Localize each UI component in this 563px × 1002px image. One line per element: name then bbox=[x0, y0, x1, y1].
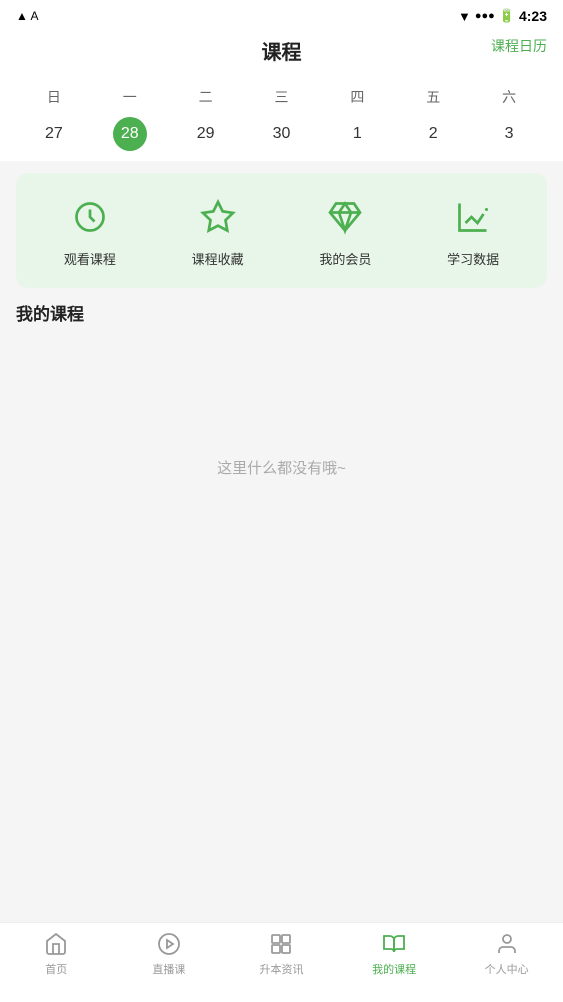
stats-label: 学习数据 bbox=[447, 249, 499, 268]
signal-icon: ●●● bbox=[475, 10, 495, 22]
calendar-date-30[interactable]: 30 bbox=[244, 119, 320, 149]
day-label-wed: 三 bbox=[244, 83, 320, 111]
page-title: 课程 bbox=[262, 42, 302, 64]
nav-mycourse-label: 我的课程 bbox=[372, 961, 416, 977]
calendar-date-27[interactable]: 27 bbox=[16, 119, 92, 149]
calendar-dates-row: 27 28 29 30 1 2 3 bbox=[16, 119, 547, 149]
home-icon bbox=[43, 931, 69, 957]
user-icon bbox=[494, 931, 520, 957]
nav-live-label: 直播课 bbox=[152, 961, 185, 977]
nav-home-label: 首页 bbox=[45, 961, 67, 977]
calendar-date-28-today[interactable]: 28 bbox=[92, 119, 168, 149]
day-label-fri: 五 bbox=[395, 83, 471, 111]
calendar-date-1[interactable]: 1 bbox=[319, 119, 395, 149]
clock-display: 4:23 bbox=[519, 8, 547, 24]
watch-label: 观看课程 bbox=[64, 249, 116, 268]
wifi-icon: ▼ bbox=[458, 9, 471, 24]
day-label-sat: 六 bbox=[471, 83, 547, 111]
collect-label: 课程收藏 bbox=[192, 249, 244, 268]
day-label-thu: 四 bbox=[319, 83, 395, 111]
nav-item-live[interactable]: 直播课 bbox=[113, 931, 226, 977]
calendar-section: 日 一 二 三 四 五 六 27 28 29 30 1 2 3 bbox=[0, 75, 563, 161]
diamond-icon bbox=[321, 193, 369, 241]
calendar-link[interactable]: 课程日历 bbox=[491, 36, 547, 56]
nav-profile-label: 个人中心 bbox=[485, 961, 529, 977]
calendar-date-3[interactable]: 3 bbox=[471, 119, 547, 149]
star-icon bbox=[194, 193, 242, 241]
status-icons: ▲ A bbox=[16, 9, 39, 23]
page-header: 课程 课程日历 bbox=[0, 32, 563, 75]
quick-action-watch[interactable]: 观看课程 bbox=[64, 193, 116, 268]
book-open-icon bbox=[381, 931, 407, 957]
clock-icon bbox=[66, 193, 114, 241]
nav-item-home[interactable]: 首页 bbox=[0, 931, 113, 977]
quick-actions-card: 观看课程 课程收藏 我的会员 学习数据 bbox=[16, 173, 547, 288]
nav-item-mycourse[interactable]: 我的课程 bbox=[338, 931, 451, 977]
grid-icon bbox=[268, 931, 294, 957]
day-label-mon: 一 bbox=[92, 83, 168, 111]
nav-upgrade-label: 升本资讯 bbox=[259, 961, 303, 977]
calendar-date-29[interactable]: 29 bbox=[168, 119, 244, 149]
day-label-sun: 日 bbox=[16, 83, 92, 111]
empty-text: 这里什么都没有哦~ bbox=[217, 457, 346, 478]
status-bar: ▲ A ▼ ●●● 🔋 4:23 bbox=[0, 0, 563, 32]
quick-action-collect[interactable]: 课程收藏 bbox=[192, 193, 244, 268]
calendar-date-2[interactable]: 2 bbox=[395, 119, 471, 149]
chart-icon bbox=[449, 193, 497, 241]
bottom-nav: 首页 直播课 升本资讯 我的 bbox=[0, 922, 563, 1002]
calendar-day-labels: 日 一 二 三 四 五 六 bbox=[16, 83, 547, 111]
status-right: ▼ ●●● 🔋 4:23 bbox=[458, 8, 547, 24]
my-courses-section: 我的课程 bbox=[0, 300, 563, 325]
status-left: ▲ A bbox=[16, 9, 39, 23]
quick-action-member[interactable]: 我的会员 bbox=[319, 193, 371, 268]
member-label: 我的会员 bbox=[319, 249, 371, 268]
day-label-tue: 二 bbox=[168, 83, 244, 111]
empty-state: 这里什么都没有哦~ bbox=[0, 337, 563, 538]
battery-icon: 🔋 bbox=[499, 8, 515, 24]
my-courses-title: 我的课程 bbox=[16, 300, 547, 325]
play-circle-icon bbox=[156, 931, 182, 957]
nav-item-profile[interactable]: 个人中心 bbox=[450, 931, 563, 977]
nav-item-upgrade[interactable]: 升本资讯 bbox=[225, 931, 338, 977]
quick-action-stats[interactable]: 学习数据 bbox=[447, 193, 499, 268]
